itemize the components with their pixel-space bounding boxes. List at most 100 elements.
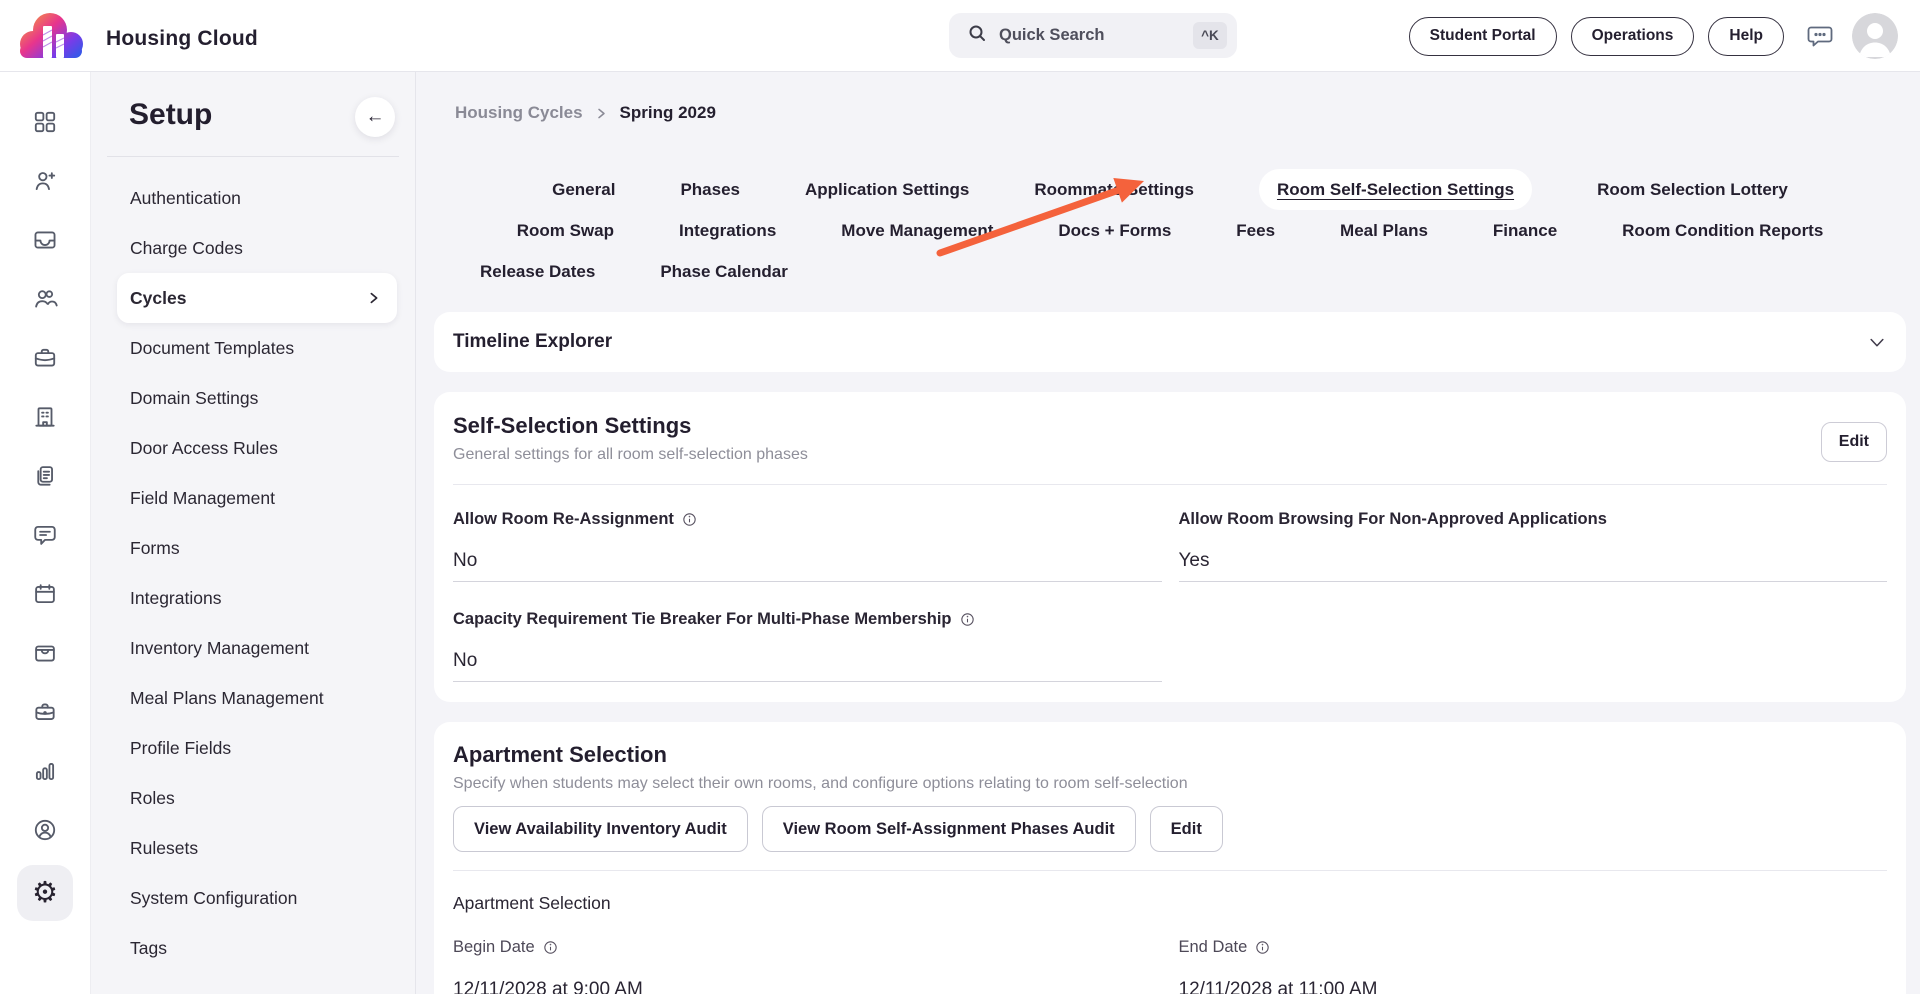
field-value: No <box>453 650 1162 682</box>
timeline-explorer-accordion[interactable]: Timeline Explorer <box>434 312 1906 372</box>
dashboard-icon[interactable] <box>21 98 69 146</box>
field-value: 12/11/2028 at 11:00 AM <box>1179 979 1888 994</box>
messages-icon[interactable] <box>21 511 69 559</box>
field-allow-room-browsing: Allow Room Browsing For Non-Approved App… <box>1179 485 1888 582</box>
tab-finance[interactable]: Finance <box>1493 221 1557 241</box>
app-header: Housing Cloud Quick Search ^K Student Po… <box>0 0 1920 72</box>
tab-general[interactable]: General <box>552 180 615 200</box>
header-actions: Student Portal Operations Help <box>1409 0 1898 72</box>
sidebar-item-cycles[interactable]: Cycles <box>117 273 397 323</box>
info-icon[interactable] <box>1254 939 1271 956</box>
section-subtitle: General settings for all room self-selec… <box>453 446 808 464</box>
sidebar-item-integrations[interactable]: Integrations <box>91 573 415 623</box>
apartment-selection-section: Apartment Selection Specify when student… <box>434 722 1906 994</box>
wallet-icon[interactable] <box>21 629 69 677</box>
field-capacity-tiebreaker: Capacity Requirement Tie Breaker For Mul… <box>453 582 1162 682</box>
app-title: Housing Cloud <box>106 10 258 68</box>
sidebar-item-inventory-management[interactable]: Inventory Management <box>91 623 415 673</box>
search-placeholder: Quick Search <box>999 26 1193 45</box>
residents-icon[interactable] <box>21 275 69 323</box>
user-avatar[interactable] <box>1852 13 1898 59</box>
breadcrumb-housing-cycles[interactable]: Housing Cycles <box>455 103 583 123</box>
tab-fees[interactable]: Fees <box>1236 221 1275 241</box>
tab-integrations[interactable]: Integrations <box>679 221 776 241</box>
settings-icon[interactable]: ⚙ <box>17 865 73 921</box>
app-root: Housing Cloud Quick Search ^K Student Po… <box>0 0 1920 994</box>
sidebar-item-roles[interactable]: Roles <box>91 773 415 823</box>
tab-room-swap[interactable]: Room Swap <box>517 221 614 241</box>
sidebar-item-rulesets[interactable]: Rulesets <box>91 823 415 873</box>
icon-rail-nav: ⚙ <box>0 72 91 994</box>
tab-move-management[interactable]: Move Management <box>841 221 993 241</box>
operations-button[interactable]: Operations <box>1571 17 1695 56</box>
sidebar-collapse-button[interactable]: ← <box>355 97 395 137</box>
documents-icon[interactable] <box>21 452 69 500</box>
breadcrumb: Housing Cycles Spring 2029 <box>434 72 1906 128</box>
apartment-selection-subsection-title: Apartment Selection <box>453 893 1887 914</box>
chat-icon[interactable] <box>1802 18 1838 54</box>
chevron-down-icon <box>1867 332 1887 352</box>
view-room-self-assignment-phases-audit-button[interactable]: View Room Self-Assignment Phases Audit <box>762 806 1136 852</box>
sidebar-item-profile-fields[interactable]: Profile Fields <box>91 723 415 773</box>
sidebar-item-charge-codes[interactable]: Charge Codes <box>91 223 415 273</box>
sidebar-item-meal-plans-management[interactable]: Meal Plans Management <box>91 673 415 723</box>
help-button[interactable]: Help <box>1708 17 1784 56</box>
edit-self-selection-button[interactable]: Edit <box>1821 422 1887 462</box>
calendar-icon[interactable] <box>21 570 69 618</box>
sidebar-item-tags[interactable]: Tags <box>91 923 415 973</box>
tab-roommate-settings[interactable]: Roommate Settings <box>1034 180 1194 200</box>
section-title: Apartment Selection <box>453 742 1887 768</box>
breadcrumb-chevron-icon <box>595 107 608 120</box>
student-portal-button[interactable]: Student Portal <box>1409 17 1557 56</box>
back-arrow-icon: ← <box>366 106 385 128</box>
sidebar-item-door-access-rules[interactable]: Door Access Rules <box>91 423 415 473</box>
sidebar-item-forms[interactable]: Forms <box>91 523 415 573</box>
chevron-right-icon <box>367 291 381 305</box>
section-title: Self-Selection Settings <box>453 413 808 439</box>
search-shortcut-badge: ^K <box>1193 22 1227 49</box>
main-content: Housing Cycles Spring 2029 General Phase… <box>416 72 1920 994</box>
section-divider <box>453 870 1887 871</box>
toolbox-icon[interactable] <box>21 688 69 736</box>
add-user-icon[interactable] <box>21 157 69 205</box>
tab-release-dates[interactable]: Release Dates <box>480 262 595 282</box>
sidebar-item-document-templates[interactable]: Document Templates <box>91 323 415 373</box>
building-icon[interactable] <box>21 393 69 441</box>
account-icon[interactable] <box>21 806 69 854</box>
info-icon[interactable] <box>959 611 976 628</box>
cycle-tabs: General Phases Application Settings Room… <box>434 169 1906 292</box>
sidebar-item-authentication[interactable]: Authentication <box>91 173 415 223</box>
tab-room-self-selection-settings[interactable]: Room Self-Selection Settings <box>1259 169 1532 210</box>
tab-meal-plans[interactable]: Meal Plans <box>1340 221 1428 241</box>
tab-application-settings[interactable]: Application Settings <box>805 180 969 200</box>
self-selection-settings-section: Self-Selection Settings General settings… <box>434 392 1906 702</box>
sidebar-item-domain-settings[interactable]: Domain Settings <box>91 373 415 423</box>
reports-icon[interactable] <box>21 747 69 795</box>
brand[interactable]: Housing Cloud <box>14 7 258 70</box>
tab-room-condition-reports[interactable]: Room Condition Reports <box>1622 221 1823 241</box>
search-icon <box>967 23 987 48</box>
tab-phase-calendar[interactable]: Phase Calendar <box>660 262 788 282</box>
view-availability-inventory-audit-button[interactable]: View Availability Inventory Audit <box>453 806 748 852</box>
info-icon[interactable] <box>542 939 559 956</box>
timeline-explorer-title: Timeline Explorer <box>453 331 612 353</box>
field-allow-room-reassignment: Allow Room Re-Assignment No <box>453 485 1162 582</box>
inbox-icon[interactable] <box>21 216 69 264</box>
quick-search-input[interactable]: Quick Search ^K <box>949 13 1237 58</box>
field-value: No <box>453 550 1162 582</box>
tab-row-3: Release Dates Phase Calendar <box>434 251 1906 292</box>
section-subtitle: Specify when students may select their o… <box>453 775 1887 793</box>
sidebar-menu: Authentication Charge Codes Cycles Docum… <box>91 157 415 973</box>
info-icon[interactable] <box>681 511 698 528</box>
sidebar-item-field-management[interactable]: Field Management <box>91 473 415 523</box>
breadcrumb-spring-2029: Spring 2029 <box>620 103 716 123</box>
setup-sidebar: Setup ← Authentication Charge Codes Cycl… <box>91 72 416 994</box>
tab-row-2: Room Swap Integrations Move Management D… <box>434 210 1906 251</box>
sidebar-item-system-configuration[interactable]: System Configuration <box>91 873 415 923</box>
tab-phases[interactable]: Phases <box>680 180 740 200</box>
housing-cloud-logo-icon <box>14 7 88 70</box>
tab-docs-forms[interactable]: Docs + Forms <box>1058 221 1171 241</box>
briefcase-icon[interactable] <box>21 334 69 382</box>
tab-room-selection-lottery[interactable]: Room Selection Lottery <box>1597 180 1788 200</box>
edit-apartment-selection-button[interactable]: Edit <box>1150 806 1223 852</box>
